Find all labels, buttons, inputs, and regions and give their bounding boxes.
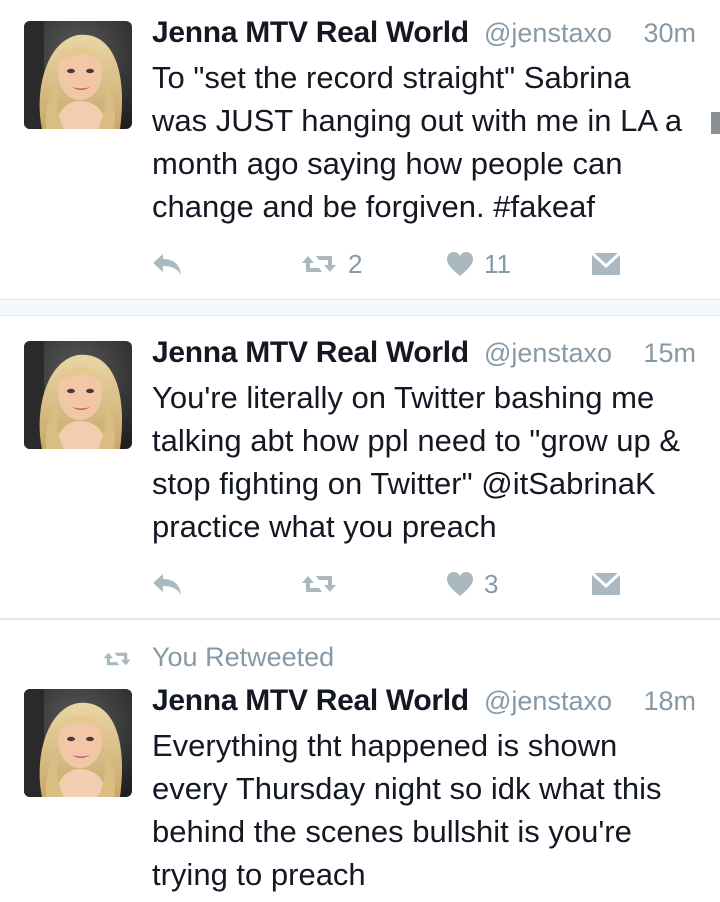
tweet-card[interactable]: Jenna MTV Real World @jenstaxo 15m You'r… bbox=[0, 316, 720, 618]
like-button[interactable]: 11 bbox=[446, 244, 511, 284]
heart-icon bbox=[446, 251, 474, 277]
avatar[interactable] bbox=[24, 341, 132, 449]
reply-icon bbox=[150, 250, 184, 278]
direct-message-button[interactable] bbox=[591, 564, 621, 604]
like-count: 11 bbox=[484, 248, 511, 279]
tweet-card[interactable]: Jenna MTV Real World @jenstaxo 30m To "s… bbox=[0, 0, 720, 299]
heart-icon bbox=[446, 571, 474, 597]
avatar[interactable] bbox=[24, 21, 132, 129]
tweet-text: You're literally on Twitter bashing me t… bbox=[152, 380, 681, 544]
display-name[interactable]: Jenna MTV Real World bbox=[152, 336, 469, 370]
reply-icon bbox=[150, 570, 184, 598]
like-count: 3 bbox=[484, 568, 499, 599]
retweet-context[interactable]: You Retweeted bbox=[0, 642, 720, 678]
retweet-icon bbox=[300, 250, 338, 278]
display-name[interactable]: Jenna MTV Real World bbox=[152, 684, 469, 718]
tweet-header: Jenna MTV Real World @jenstaxo 15m bbox=[152, 336, 696, 376]
action-bar: 2 11 bbox=[0, 244, 720, 284]
action-bar: 3 bbox=[0, 564, 720, 604]
retweet-icon bbox=[300, 570, 338, 598]
retweet-context-label: You Retweeted bbox=[152, 642, 335, 672]
timestamp: 15m bbox=[643, 338, 696, 368]
retweet-button[interactable] bbox=[300, 564, 338, 604]
retweet-count: 2 bbox=[348, 248, 363, 279]
reply-button[interactable] bbox=[150, 564, 184, 604]
direct-message-button[interactable] bbox=[591, 244, 621, 284]
avatar[interactable] bbox=[24, 689, 132, 797]
like-button[interactable]: 3 bbox=[446, 564, 498, 604]
tweet-card[interactable]: You Retweeted Jenna MTV Real World @jens… bbox=[0, 620, 720, 902]
timestamp: 18m bbox=[643, 686, 696, 716]
tweet-divider bbox=[0, 299, 720, 316]
tweet-header: Jenna MTV Real World @jenstaxo 18m bbox=[152, 684, 696, 724]
tweet-header: Jenna MTV Real World @jenstaxo 30m bbox=[152, 16, 696, 56]
handle[interactable]: @jenstaxo bbox=[484, 18, 612, 49]
timeline: Jenna MTV Real World @jenstaxo 30m To "s… bbox=[0, 0, 720, 902]
handle[interactable]: @jenstaxo bbox=[484, 686, 612, 717]
reply-button[interactable] bbox=[150, 244, 184, 284]
handle[interactable]: @jenstaxo bbox=[484, 338, 612, 369]
direct-message-icon bbox=[591, 251, 621, 277]
direct-message-icon bbox=[591, 571, 621, 597]
scrollbar-thumb[interactable] bbox=[711, 112, 720, 134]
display-name[interactable]: Jenna MTV Real World bbox=[152, 16, 469, 50]
retweet-icon bbox=[102, 648, 132, 675]
timestamp: 30m bbox=[643, 18, 696, 48]
tweet-text: Everything tht happened is shown every T… bbox=[152, 728, 662, 892]
retweet-button[interactable]: 2 bbox=[300, 244, 362, 284]
tweet-text: To "set the record straight" Sabrina was… bbox=[152, 60, 683, 224]
